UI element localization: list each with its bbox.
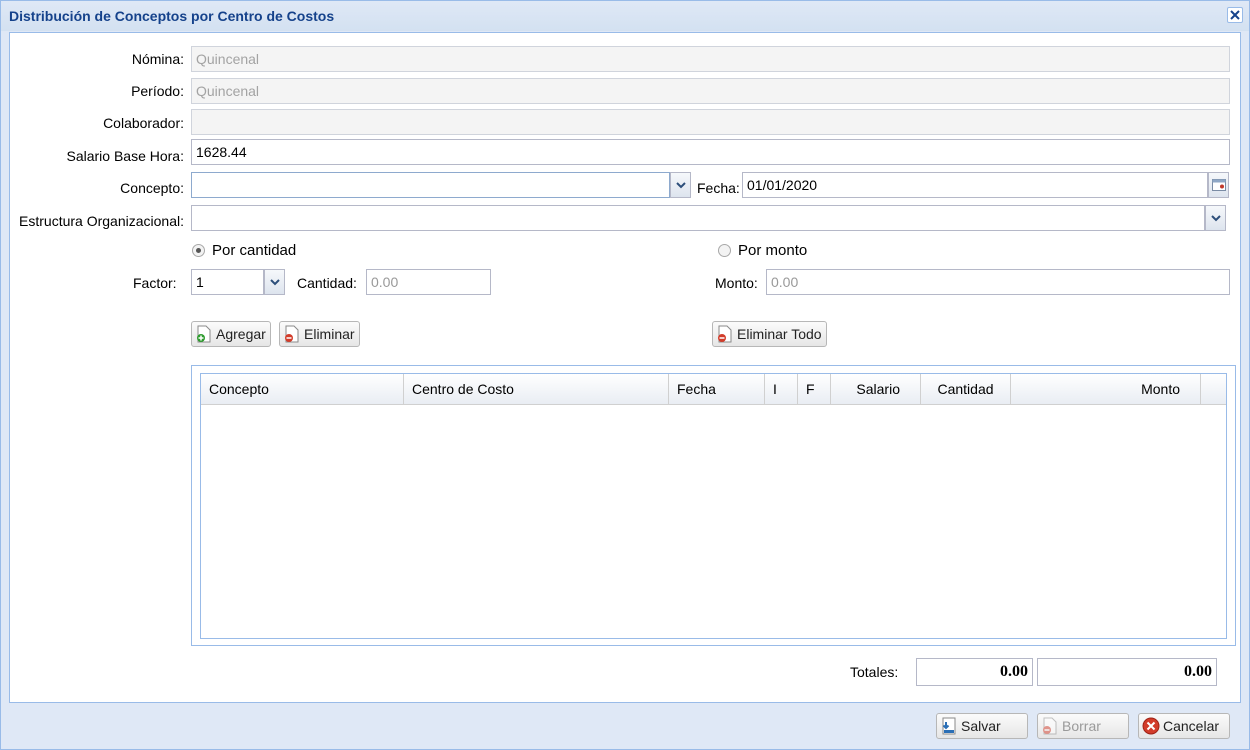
save-icon — [942, 717, 956, 735]
por-monto-label[interactable]: Por monto — [738, 242, 807, 259]
column-header-f[interactable]: F — [798, 374, 831, 404]
concepto-combo[interactable] — [191, 172, 670, 198]
cancelar-button[interactable]: Cancelar — [1138, 713, 1230, 739]
calendar-icon — [1212, 179, 1226, 191]
fecha-label: Fecha: — [697, 180, 740, 196]
fecha-input[interactable]: 01/01/2020 — [742, 172, 1208, 198]
borrar-label: Borrar — [1062, 718, 1101, 734]
factor-dropdown-button[interactable] — [264, 269, 285, 295]
monto-label: Monto: — [715, 275, 758, 291]
cancel-icon — [1142, 717, 1160, 735]
column-header-concepto[interactable]: Concepto — [201, 374, 404, 404]
cantidad-label: Cantidad: — [297, 275, 357, 291]
estructura-dropdown-button[interactable] — [1205, 205, 1226, 231]
distribution-grid-panel: Concepto Centro de Costo Fecha I F Salar… — [191, 365, 1236, 646]
agregar-label: Agregar — [216, 326, 266, 342]
monto-input[interactable]: 0.00 — [766, 269, 1230, 295]
eliminar-label: Eliminar — [304, 326, 355, 342]
salvar-button[interactable]: Salvar — [936, 713, 1028, 739]
grid-body — [201, 405, 1226, 638]
concepto-dropdown-button[interactable] — [670, 172, 691, 198]
cantidad-input[interactable]: 0.00 — [366, 269, 491, 295]
eliminar-todo-button[interactable]: Eliminar Todo — [712, 321, 827, 347]
por-cantidad-label[interactable]: Por cantidad — [212, 242, 296, 259]
total-cantidad: 0.00 — [916, 658, 1033, 686]
distribution-grid: Concepto Centro de Costo Fecha I F Salar… — [200, 373, 1227, 639]
concepto-label: Concepto: — [120, 180, 184, 196]
grid-header: Concepto Centro de Costo Fecha I F Salar… — [201, 374, 1226, 405]
cancelar-label: Cancelar — [1163, 718, 1220, 734]
salario-base-hora-input[interactable]: 1628.44 — [191, 139, 1230, 165]
column-header-i[interactable]: I — [765, 374, 798, 404]
por-monto-radio[interactable] — [718, 244, 731, 257]
periodo-field: Quincenal — [191, 78, 1230, 104]
agregar-button[interactable]: Agregar — [191, 321, 271, 347]
factor-label: Factor: — [133, 275, 177, 291]
eliminar-button[interactable]: Eliminar — [279, 321, 360, 347]
footer-toolbar: Salvar Borrar Cancelar — [1, 703, 1249, 749]
remove-document-icon — [1043, 717, 1057, 735]
eliminar-todo-label: Eliminar Todo — [737, 326, 822, 342]
add-document-icon — [197, 325, 211, 343]
dialog-window: Distribución de Conceptos por Centro de … — [0, 0, 1250, 750]
nomina-label: Nómina: — [131, 51, 184, 67]
total-monto: 0.00 — [1037, 658, 1217, 686]
factor-combo[interactable]: 1 — [191, 269, 264, 295]
colaborador-label: Colaborador: — [103, 115, 184, 131]
nomina-field: Quincenal — [191, 46, 1230, 72]
column-header-salario[interactable]: Salario — [831, 374, 921, 404]
chevron-down-icon — [1211, 215, 1221, 222]
fecha-picker-button[interactable] — [1208, 172, 1229, 198]
remove-document-icon — [285, 325, 299, 343]
salario-label: Salario Base Hora: — [66, 148, 184, 164]
borrar-button[interactable]: Borrar — [1037, 713, 1129, 739]
close-button[interactable] — [1227, 7, 1243, 23]
estructura-label: Estructura Organizacional: — [19, 213, 184, 229]
estructura-organizacional-combo[interactable] — [191, 205, 1205, 231]
chevron-down-icon — [676, 182, 686, 189]
chevron-down-icon — [270, 279, 280, 286]
por-cantidad-radio[interactable] — [192, 244, 205, 257]
salvar-label: Salvar — [961, 718, 1001, 734]
title-bar[interactable]: Distribución de Conceptos por Centro de … — [1, 1, 1249, 31]
totales-label: Totales: — [850, 664, 899, 680]
form-panel: Nómina: Quincenal Período: Quincenal Col… — [9, 32, 1241, 703]
colaborador-field — [191, 109, 1230, 135]
column-header-centro-de-costo[interactable]: Centro de Costo — [404, 374, 669, 404]
remove-document-icon — [718, 325, 732, 343]
periodo-label: Período: — [131, 83, 184, 99]
column-header-fecha[interactable]: Fecha — [669, 374, 765, 404]
column-header-cantidad[interactable]: Cantidad — [921, 374, 1011, 404]
column-header-monto[interactable]: Monto — [1011, 374, 1201, 404]
close-icon — [1230, 10, 1240, 20]
window-title: Distribución de Conceptos por Centro de … — [9, 8, 335, 24]
